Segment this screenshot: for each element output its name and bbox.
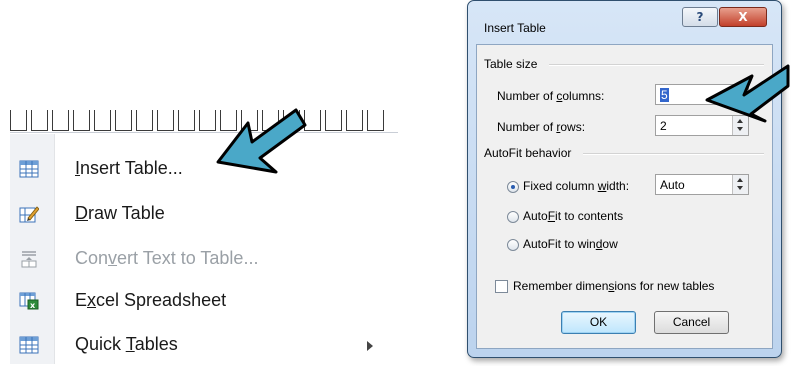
fixed-width-value[interactable]: Auto	[660, 178, 685, 192]
rows-value[interactable]: 2	[660, 119, 667, 133]
grid-cell[interactable]	[52, 110, 69, 131]
group-divider	[583, 153, 764, 155]
grid-cell[interactable]	[346, 110, 363, 131]
rows-spin-arrows[interactable]	[732, 116, 748, 135]
fixed-width-spin-arrows[interactable]	[732, 175, 748, 194]
grid-cell[interactable]	[31, 110, 48, 131]
menu-item-quick-tables[interactable]: Quick Tables	[10, 326, 398, 366]
grid-cell[interactable]	[367, 110, 384, 131]
autofit-window-label[interactable]: AutoFit to window	[523, 237, 618, 251]
svg-text:x: x	[30, 301, 36, 310]
radio-autofit-window[interactable]	[507, 239, 519, 251]
menu-item-insert-table[interactable]: Insert Table...	[10, 150, 398, 190]
quick-tables-icon	[19, 336, 39, 354]
dialog-titlebar[interactable]: Insert Table ? X	[468, 1, 781, 41]
columns-spinbox[interactable]: 5	[655, 84, 749, 105]
columns-spin-arrows[interactable]	[732, 85, 748, 104]
dialog-client-area: Table size Number of columns: 5 Number o…	[476, 44, 773, 349]
menu-item-excel-spreadsheet[interactable]: x Excel Spreadsheet	[10, 282, 398, 322]
grid-cell[interactable]	[10, 110, 27, 131]
grid-cell[interactable]	[115, 110, 132, 131]
menu-item-label: Convert Text to Table...	[75, 248, 259, 268]
menu-separator	[10, 132, 398, 133]
menu-item-label: Insert Table...	[75, 158, 183, 178]
table-size-heading: Table size	[484, 57, 538, 71]
menu-item-convert-text-to-table: Convert Text to Table...	[10, 240, 398, 280]
grid-cell[interactable]	[199, 110, 216, 131]
remember-dimensions-label[interactable]: Remember dimensions for new tables	[513, 279, 714, 293]
insert-table-icon	[19, 160, 39, 178]
autofit-contents-label[interactable]: AutoFit to contents	[523, 209, 623, 223]
insert-table-dialog: Insert Table ? X Table size Number of co…	[467, 0, 782, 358]
grid-cell[interactable]	[325, 110, 342, 131]
menu-item-label: Draw Table	[75, 203, 165, 223]
grid-cell[interactable]	[94, 110, 111, 131]
grid-cell[interactable]	[262, 110, 279, 131]
group-divider	[549, 64, 764, 66]
spin-up-icon[interactable]	[737, 119, 743, 123]
excel-spreadsheet-icon: x	[19, 292, 39, 310]
radio-fixed-column-width[interactable]	[507, 181, 519, 193]
menu-item-label: Quick Tables	[75, 334, 178, 354]
fixed-width-spinbox[interactable]: Auto	[655, 174, 749, 195]
columns-value[interactable]: 5	[660, 88, 669, 102]
radio-autofit-contents[interactable]	[507, 211, 519, 223]
grid-cell[interactable]	[304, 110, 321, 131]
grid-cell[interactable]	[73, 110, 90, 131]
grid-cell[interactable]	[283, 110, 300, 131]
rows-spinbox[interactable]: 2	[655, 115, 749, 136]
columns-label: Number of columns:	[497, 89, 605, 103]
grid-cell[interactable]	[178, 110, 195, 131]
dialog-title: Insert Table	[484, 21, 546, 35]
spin-up-icon[interactable]	[737, 178, 743, 182]
cancel-button[interactable]: Cancel	[654, 311, 729, 334]
grid-cell[interactable]	[136, 110, 153, 131]
convert-text-icon	[21, 251, 37, 268]
grid-cell[interactable]	[220, 110, 237, 131]
draw-table-icon	[19, 206, 39, 223]
rows-label: Number of rows:	[497, 120, 586, 134]
menu-item-label: Excel Spreadsheet	[75, 290, 227, 310]
spin-down-icon[interactable]	[737, 127, 743, 131]
grid-cell[interactable]	[241, 110, 258, 131]
submenu-arrow-icon	[367, 341, 373, 351]
close-button[interactable]: X	[719, 7, 767, 27]
remember-dimensions-checkbox[interactable]	[495, 280, 508, 293]
ok-button[interactable]: OK	[561, 311, 636, 334]
spin-down-icon[interactable]	[737, 186, 743, 190]
autofit-heading: AutoFit behavior	[484, 146, 572, 160]
table-dropdown-menu: Insert Table... Draw Table Convert Text …	[10, 100, 398, 364]
help-button[interactable]: ?	[682, 7, 718, 27]
menu-item-draw-table[interactable]: Draw Table	[10, 195, 398, 235]
table-grid-picker[interactable]	[10, 110, 388, 133]
spin-up-icon[interactable]	[737, 88, 743, 92]
spin-down-icon[interactable]	[737, 96, 743, 100]
fixed-width-label[interactable]: Fixed column width:	[523, 179, 629, 193]
grid-cell[interactable]	[157, 110, 174, 131]
